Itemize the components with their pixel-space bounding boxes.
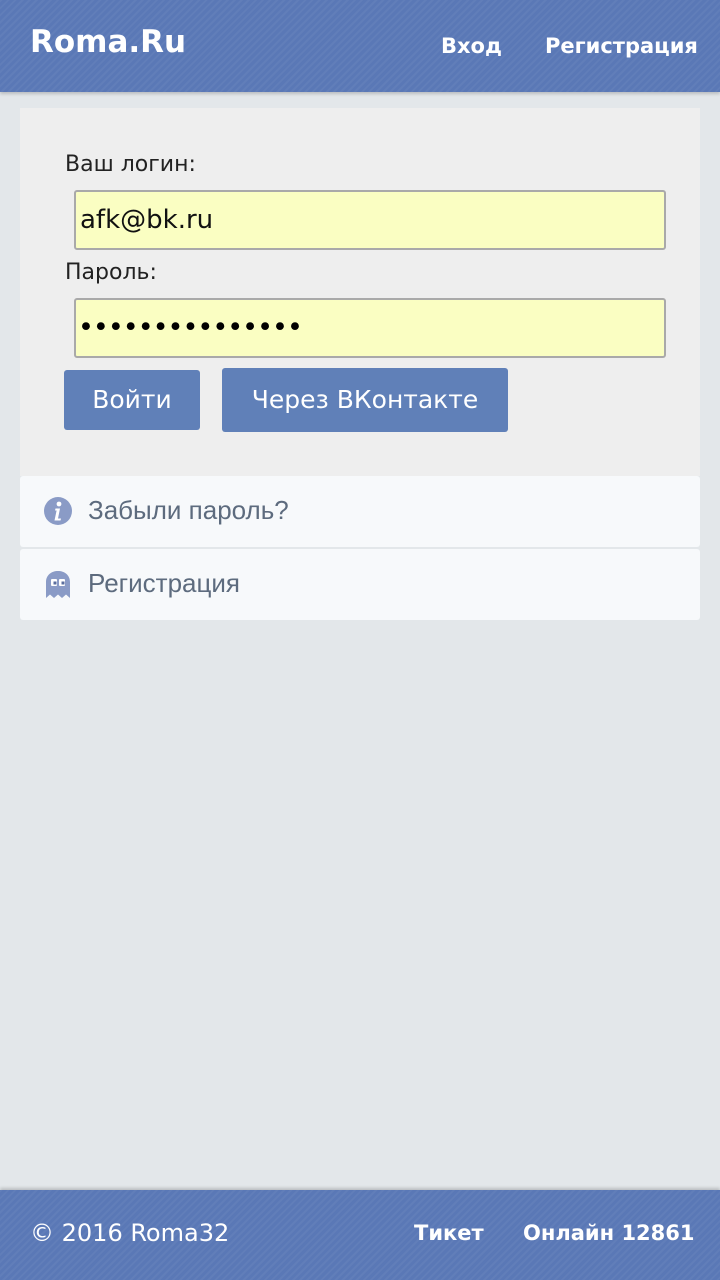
login-form: Ваш логин: Пароль: ••••••••••••••• Войти… [20,108,700,476]
login-label: Ваш логин: [65,152,196,177]
nav-register-link[interactable]: Регистрация [545,34,698,58]
online-counter[interactable]: Онлайн 12861 [523,1221,695,1245]
login-button[interactable]: Войти [64,370,200,430]
forgot-password-label: Забыли пароль? [88,495,289,525]
forgot-password-link[interactable]: Забыли пароль? [20,476,700,547]
site-logo[interactable]: Roma.Ru [30,24,186,60]
register-label: Регистрация [88,568,240,598]
ghost-icon [46,571,70,598]
password-input[interactable] [74,298,666,358]
footer-bar: © 2016 Roma32 Тикет Онлайн 12861 [0,1190,720,1280]
nav-login-link[interactable]: Вход [441,34,502,58]
info-icon [44,497,72,525]
login-input[interactable] [74,190,666,250]
top-header: Roma.Ru Вход Регистрация [0,0,720,92]
copyright-text: © 2016 Roma32 [30,1219,230,1247]
password-label: Пароль: [65,260,157,285]
register-link[interactable]: Регистрация [20,549,700,620]
ticket-link[interactable]: Тикет [414,1221,484,1245]
vk-login-button[interactable]: Через ВКонтакте [222,368,508,432]
